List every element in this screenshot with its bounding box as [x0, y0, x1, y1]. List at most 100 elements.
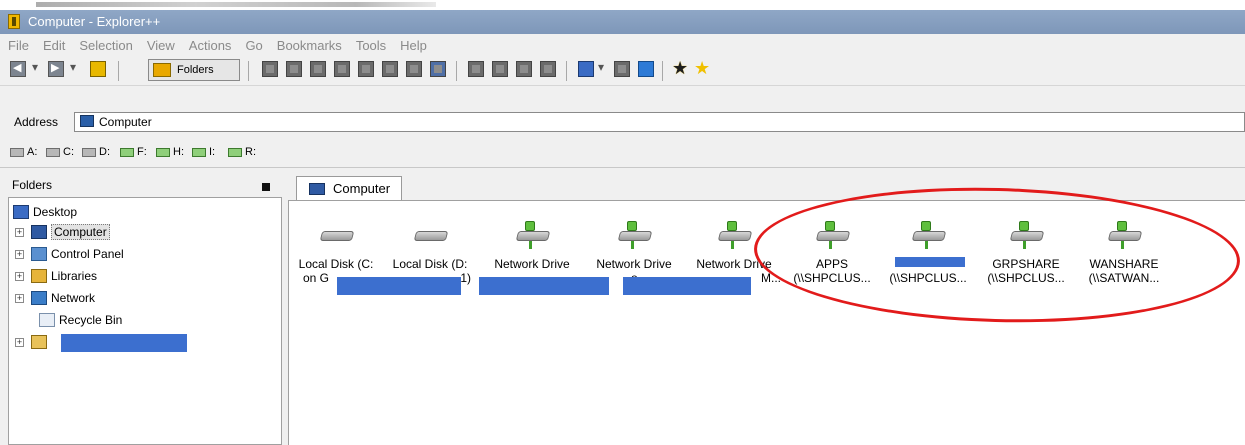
folders-toggle-button[interactable]: Folders	[148, 59, 240, 81]
toolbar-button-6[interactable]	[382, 61, 398, 77]
redaction-block	[623, 277, 751, 295]
toolbar-button-2[interactable]	[286, 61, 302, 77]
item-name: Network Drive	[494, 257, 570, 271]
folder-tree: Desktop + Computer + Control Panel + Lib…	[8, 197, 282, 445]
close-pane-icon[interactable]	[262, 183, 270, 191]
properties-button[interactable]	[430, 61, 446, 77]
drive-button-i[interactable]: I:	[192, 146, 215, 158]
menu-view[interactable]: View	[147, 38, 175, 53]
expand-icon[interactable]: +	[15, 250, 24, 259]
tree-item-control-panel[interactable]: Control Panel	[31, 244, 124, 264]
redaction-block	[337, 277, 461, 295]
drive-label: H:	[173, 146, 184, 158]
drive-button-f[interactable]: F:	[120, 146, 147, 158]
background-window-strip	[0, 0, 1245, 10]
blurred-text	[36, 2, 436, 7]
drive-button-a[interactable]: A:	[10, 146, 37, 158]
refresh-button[interactable]	[638, 61, 654, 77]
back-dropdown-icon[interactable]: ▾	[32, 60, 38, 74]
network-drive-icon	[717, 219, 753, 249]
folders-pane-title: Folders	[12, 178, 53, 192]
toolbar-button-11[interactable]	[540, 61, 556, 77]
computer-icon	[80, 115, 94, 127]
up-folder-button[interactable]	[90, 61, 106, 77]
network-drive-icon	[228, 147, 242, 157]
computer-icon	[31, 225, 47, 239]
drive-button-d[interactable]: D:	[82, 146, 110, 158]
list-item[interactable]: Local Disk (C: on G	[289, 219, 383, 285]
expand-icon[interactable]: +	[15, 338, 24, 347]
menu-file[interactable]: File	[8, 38, 29, 53]
list-item[interactable]: Network Drive	[485, 219, 579, 271]
app-icon	[8, 14, 20, 29]
main-toolbar: ◀ ▾ ▶ ▾ Folders ▾ ★ ★	[0, 56, 1245, 86]
drive-label: R:	[245, 146, 256, 158]
menu-go[interactable]: Go	[245, 38, 262, 53]
drive-icon	[82, 147, 96, 157]
explorer-window: Computer - Explorer++ File Edit Selectio…	[0, 0, 1245, 445]
control-panel-icon	[31, 247, 47, 261]
expand-icon[interactable]: +	[15, 228, 24, 237]
disk-body	[717, 231, 753, 241]
menu-help[interactable]: Help	[400, 38, 427, 53]
bookmarks-star-icon[interactable]: ★	[694, 58, 710, 78]
forward-button[interactable]: ▶	[48, 61, 64, 77]
network-plug	[727, 221, 737, 231]
address-label: Address	[14, 115, 59, 129]
desktop-icon	[13, 205, 29, 219]
tree-item-desktop[interactable]: Desktop	[13, 202, 77, 222]
back-button[interactable]: ◀	[10, 61, 26, 77]
drive-button-h[interactable]: H:	[156, 146, 184, 158]
forward-dropdown-icon[interactable]: ▾	[70, 60, 76, 74]
user-folder-icon	[31, 335, 47, 349]
drive-button-c[interactable]: C:	[46, 146, 74, 158]
menu-tools[interactable]: Tools	[356, 38, 386, 53]
toolbar-button-3[interactable]	[310, 61, 326, 77]
menu-bookmarks[interactable]: Bookmarks	[277, 38, 342, 53]
menu-bar: File Edit Selection View Actions Go Book…	[0, 34, 1245, 56]
network-icon	[31, 291, 47, 305]
address-input[interactable]: Computer	[74, 112, 1245, 132]
menu-edit[interactable]: Edit	[43, 38, 65, 53]
tab-label: Computer	[333, 181, 391, 196]
back-arrow-icon: ◀	[13, 62, 22, 74]
tree-item-recycle-bin[interactable]: Recycle Bin	[39, 310, 122, 330]
folders-button-label: Folders	[177, 64, 214, 76]
tree-item-label: Libraries	[51, 269, 98, 283]
toolbar-separator	[456, 61, 457, 81]
menu-actions[interactable]: Actions	[189, 38, 232, 53]
disk-body	[319, 231, 355, 241]
drive-label: F:	[137, 146, 147, 158]
libraries-icon	[31, 269, 47, 283]
tree-item-computer[interactable]: Computer	[31, 222, 110, 242]
network-drive-icon	[192, 147, 206, 157]
list-item[interactable]: Network Drive o	[587, 219, 681, 285]
item-name: Local Disk (D:	[392, 257, 468, 271]
toolbar-button-10[interactable]	[516, 61, 532, 77]
toolbar-button-4[interactable]	[334, 61, 350, 77]
tree-item-label: Network	[51, 291, 96, 305]
list-item[interactable]: Local Disk (D: 1)	[383, 219, 477, 285]
drive-button-r[interactable]: R:	[228, 146, 256, 158]
tree-item-libraries[interactable]: Libraries	[31, 266, 97, 286]
expand-icon[interactable]: +	[15, 294, 24, 303]
bookmark-add-star-icon[interactable]: ★	[672, 58, 688, 78]
tree-item-user-folder[interactable]	[31, 332, 51, 352]
tree-item-label: Control Panel	[51, 247, 124, 261]
toolbar-button-1[interactable]	[262, 61, 278, 77]
expand-icon[interactable]: +	[15, 272, 24, 281]
tree-item-label: Desktop	[33, 205, 78, 219]
toolbar-button-7[interactable]	[406, 61, 422, 77]
menu-selection[interactable]: Selection	[79, 38, 132, 53]
disk-body	[515, 231, 551, 241]
views-button[interactable]	[578, 61, 594, 77]
network-drive-icon	[120, 147, 134, 157]
toolbar-separator	[662, 61, 663, 81]
toolbar-button-12[interactable]	[614, 61, 630, 77]
tab-computer[interactable]: Computer	[296, 176, 402, 200]
toolbar-button-9[interactable]	[492, 61, 508, 77]
views-dropdown-icon[interactable]: ▾	[598, 60, 604, 74]
toolbar-button-8[interactable]	[468, 61, 484, 77]
tree-item-network[interactable]: Network	[31, 288, 95, 308]
toolbar-button-5[interactable]	[358, 61, 374, 77]
